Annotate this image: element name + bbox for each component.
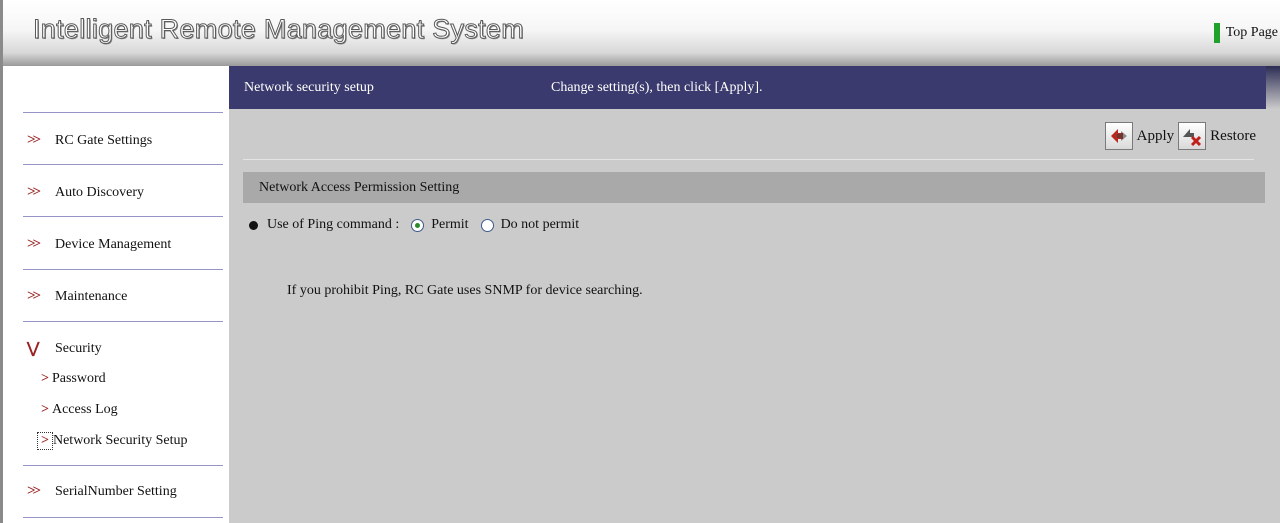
sidebar-item-serialnumber-setting[interactable]: >> SerialNumber Setting [27, 483, 177, 500]
restore-label: Restore [1210, 127, 1256, 144]
sidebar-item-security[interactable]: ⋁ Security [27, 339, 102, 358]
apply-button[interactable]: Apply [1104, 122, 1175, 150]
apply-label: Apply [1136, 127, 1175, 144]
ping-label: Use of Ping command : [267, 217, 400, 232]
main-content: Network security setup Change setting(s)… [229, 66, 1280, 523]
sidebar-item-label: SerialNumber Setting [55, 483, 177, 499]
app-title: Intelligent Remote Management System [32, 14, 525, 45]
chevron-right-icon: > [41, 402, 49, 417]
sidebar-item-rc-gate-settings[interactable]: >> RC Gate Settings [27, 132, 152, 149]
page-title-bar: Network security setup Change setting(s)… [229, 66, 1266, 109]
sidebar-item-device-management[interactable]: >> Device Management [27, 236, 171, 253]
double-chevron-right-icon: >> [27, 288, 41, 304]
top-page-link[interactable]: Top Page [1213, 22, 1280, 44]
ping-note: If you prohibit Ping, RC Gate uses SNMP … [287, 283, 643, 298]
permit-radio-label[interactable]: Permit [431, 217, 468, 233]
sidebar-subitem-label: Password [51, 371, 106, 386]
restore-button[interactable]: Restore [1178, 122, 1256, 150]
sidebar-subitem-password[interactable]: > Password [41, 371, 106, 387]
sidebar-subitem-network-security-setup[interactable]: > Network Security Setup [37, 432, 188, 450]
title-bar-edge [1266, 66, 1280, 109]
app-header: Intelligent Remote Management System Top… [0, 0, 1280, 66]
sidebar-separator [23, 517, 223, 518]
sidebar-subitem-access-log[interactable]: > Access Log [41, 402, 118, 418]
double-chevron-right-icon: >> [27, 132, 41, 148]
ping-setting-row: Use of Ping command : Permit Do not perm… [249, 217, 579, 233]
sidebar-item-label: Security [55, 340, 102, 356]
sidebar-separator [23, 269, 223, 270]
sidebar-item-label: RC Gate Settings [55, 132, 153, 148]
double-chevron-right-icon: >> [27, 483, 41, 499]
restore-x-icon [1178, 122, 1207, 150]
bullet-icon [249, 220, 258, 230]
sidebar-subitem-label: Access Log [51, 402, 118, 417]
chevron-right-icon: > [37, 432, 53, 450]
sidebar-separator [23, 465, 223, 466]
double-chevron-right-icon: >> [27, 184, 41, 200]
sidebar-separator [23, 321, 223, 322]
permit-radio[interactable] [411, 218, 425, 232]
sidebar-subitem-label: Network Security Setup [52, 433, 188, 448]
page-title: Network security setup [244, 80, 374, 95]
section-header: Network Access Permission Setting [243, 172, 1265, 203]
sidebar-item-label: Auto Discovery [55, 184, 145, 200]
sidebar-separator [23, 164, 223, 165]
sidebar-item-label: Maintenance [55, 288, 128, 304]
toolbar-divider [243, 159, 1254, 160]
sidebar: >> RC Gate Settings >> Auto Discovery >>… [0, 66, 228, 523]
double-chevron-down-icon: ⋁ [27, 341, 40, 357]
double-chevron-right-icon: >> [27, 236, 41, 252]
page-instruction: Change setting(s), then click [Apply]. [551, 80, 763, 95]
sidebar-item-label: Device Management [55, 236, 172, 252]
sidebar-item-maintenance[interactable]: >> Maintenance [27, 288, 127, 305]
chevron-right-icon: > [41, 371, 49, 386]
sidebar-separator [23, 216, 223, 217]
top-page-marker [1213, 23, 1220, 43]
do-not-permit-radio[interactable] [480, 218, 494, 232]
do-not-permit-radio-label[interactable]: Do not permit [501, 217, 580, 233]
sidebar-item-auto-discovery[interactable]: >> Auto Discovery [27, 184, 144, 201]
toolbar: Apply Restore [1101, 122, 1256, 150]
sidebar-separator [23, 112, 223, 113]
top-page-label: Top Page [1225, 25, 1278, 40]
apply-arrows-icon [1104, 122, 1133, 150]
